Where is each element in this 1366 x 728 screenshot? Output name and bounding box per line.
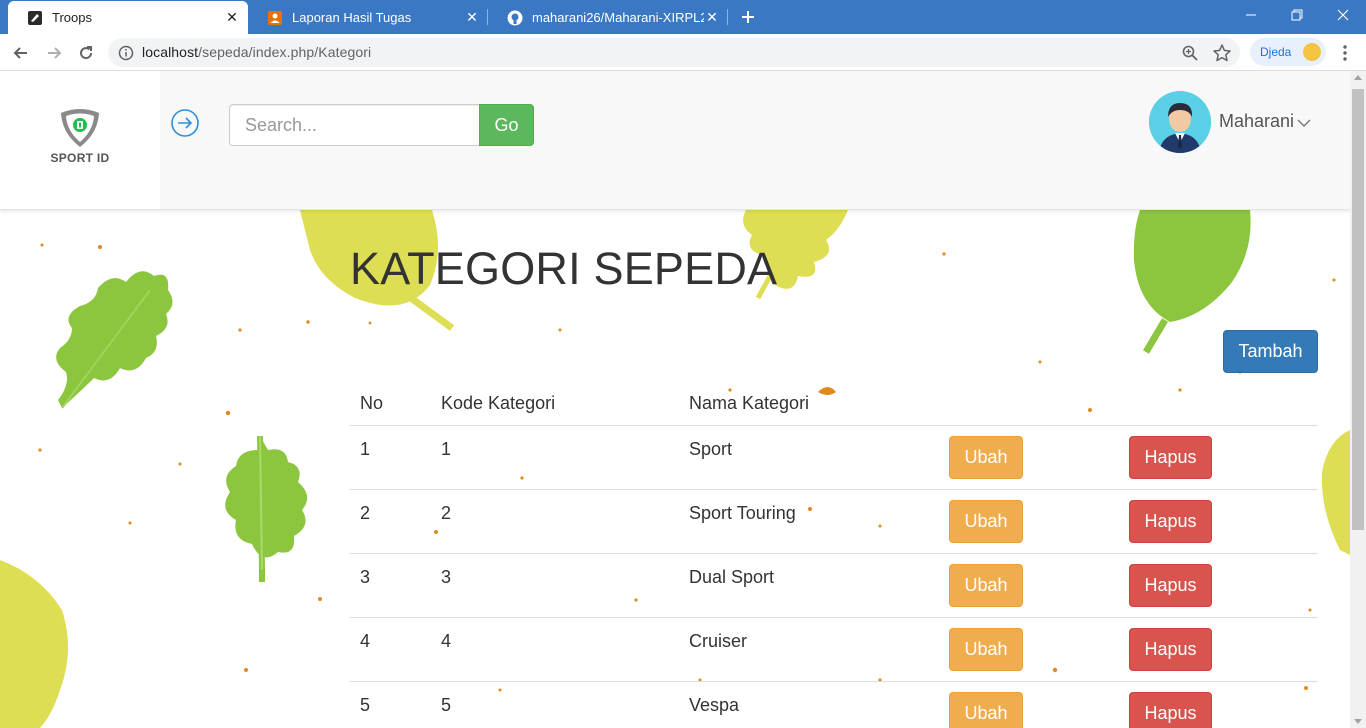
tab-close-icon[interactable]: ✕ [464, 9, 480, 26]
new-tab-icon[interactable] [736, 5, 760, 29]
cell-no: 1 [360, 439, 371, 459]
bookmark-star-icon[interactable] [1212, 43, 1232, 63]
close-window-icon[interactable] [1320, 0, 1366, 30]
cell-kode: 2 [441, 503, 452, 523]
chevron-down-icon[interactable] [1297, 118, 1311, 128]
username-label[interactable]: Maharani [1219, 111, 1294, 132]
tab-github[interactable]: maharani26/Maharani-XIRPL2-22 ✕ [488, 1, 728, 34]
sport-id-logo-icon [61, 109, 99, 147]
logo-area[interactable]: SPORT ID [0, 71, 160, 209]
row-divider [350, 425, 1318, 426]
laporan-favicon-icon [267, 10, 283, 26]
cell-nama: Sport [689, 439, 733, 459]
page-scrollbar[interactable] [1350, 71, 1366, 728]
column-header-no: No [360, 393, 384, 413]
tab-troops[interactable]: Troops ✕ [8, 1, 248, 34]
cell-nama: Vespa [689, 695, 740, 715]
cell-no: 2 [360, 503, 371, 523]
url-host: localhost [142, 44, 199, 60]
site-info-icon[interactable] [118, 45, 134, 61]
url-text: localhost/sepeda/index.php/Kategori [142, 44, 371, 60]
reload-icon[interactable] [73, 40, 99, 66]
tab-close-icon[interactable]: ✕ [224, 9, 240, 26]
address-bar[interactable]: localhost/sepeda/index.php/Kategori [108, 38, 1240, 67]
edit-button[interactable]: Ubah [949, 436, 1023, 479]
row-divider [350, 681, 1318, 682]
tab-title: Troops [52, 10, 92, 25]
column-header-nama: Nama Kategori [689, 393, 810, 413]
delete-button[interactable]: Hapus [1129, 436, 1212, 479]
page-viewport: SPORT ID Go Maharani KATEGORI SEPEDA Tam… [0, 71, 1350, 728]
cell-kode: 4 [441, 631, 452, 651]
edit-button[interactable]: Ubah [949, 692, 1023, 728]
profile-label: Djeda [1260, 45, 1292, 59]
forward-arrow-icon[interactable] [41, 40, 67, 66]
delete-button[interactable]: Hapus [1129, 500, 1212, 543]
tab-title: maharani26/Maharani-XIRPL2-22 [532, 10, 704, 25]
profile-emoji-icon [1303, 43, 1321, 61]
user-avatar[interactable] [1149, 91, 1211, 153]
logo-text: SPORT ID [50, 151, 110, 165]
edit-button[interactable]: Ubah [949, 564, 1023, 607]
browser-menu-icon[interactable] [1335, 43, 1355, 63]
edit-button[interactable]: Ubah [949, 500, 1023, 543]
restore-icon[interactable] [1274, 0, 1320, 30]
column-header-kode: Kode Kategori [441, 393, 556, 413]
zoom-icon[interactable] [1181, 44, 1199, 62]
cell-kode: 3 [441, 567, 452, 587]
tab-close-icon[interactable]: ✕ [704, 9, 720, 26]
top-navbar: SPORT ID Go Maharani [0, 71, 1350, 210]
go-button[interactable]: Go [479, 104, 534, 146]
back-arrow-icon[interactable] [8, 40, 34, 66]
user-avatar-icon [1149, 91, 1211, 153]
delete-button[interactable]: Hapus [1129, 564, 1212, 607]
browser-tab-strip: Troops ✕ Laporan Hasil Tugas ✕ maharani2… [0, 0, 1366, 34]
delete-button[interactable]: Hapus [1129, 692, 1212, 728]
profile-button[interactable]: Djeda [1250, 38, 1326, 66]
edit-button[interactable]: Ubah [949, 628, 1023, 671]
tab-laporan[interactable]: Laporan Hasil Tugas ✕ [248, 1, 488, 34]
cell-nama: Sport Touring [689, 503, 796, 523]
cell-kode: 1 [441, 439, 452, 459]
row-divider [350, 489, 1318, 490]
add-category-button[interactable]: Tambah [1223, 330, 1318, 373]
row-divider [350, 553, 1318, 554]
search-input[interactable] [229, 104, 480, 146]
url-path: /sepeda/index.php/Kategori [198, 44, 372, 60]
scrollbar-thumb[interactable] [1352, 89, 1364, 530]
troops-favicon-icon [27, 10, 43, 26]
cell-nama: Dual Sport [689, 567, 775, 587]
scroll-down-arrow-icon[interactable] [1354, 719, 1362, 724]
cell-no: 5 [360, 695, 371, 715]
browser-toolbar: localhost/sepeda/index.php/Kategori Djed… [0, 34, 1366, 71]
minimize-icon[interactable] [1228, 0, 1274, 30]
delete-button[interactable]: Hapus [1129, 628, 1212, 671]
row-divider [350, 617, 1318, 618]
page-title: KATEGORI SEPEDA [350, 243, 778, 294]
cell-kode: 5 [441, 695, 452, 715]
tab-title: Laporan Hasil Tugas [292, 10, 412, 25]
github-favicon-icon [507, 10, 523, 26]
cell-no: 4 [360, 631, 371, 651]
cell-nama: Cruiser [689, 631, 748, 651]
scroll-up-arrow-icon[interactable] [1354, 75, 1362, 80]
sidebar-toggle-arrow-icon[interactable] [170, 108, 200, 138]
tab-separator [727, 9, 728, 25]
cell-no: 3 [360, 567, 371, 587]
